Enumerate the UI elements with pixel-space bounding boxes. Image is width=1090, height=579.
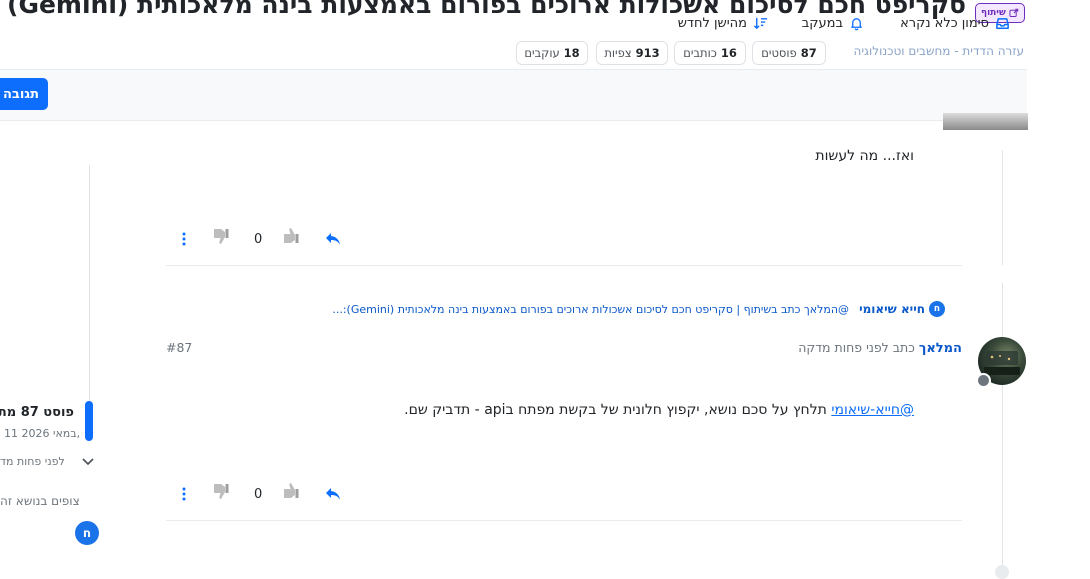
sort-icon (753, 17, 768, 30)
post-body-text: תלחץ על סכם נושא, יקפוץ חלונית של בקשת מ… (404, 402, 832, 418)
navigator-ago: לפני פחות מד (0, 455, 65, 468)
reply-arrow-icon (326, 488, 340, 500)
post-navigator-thumb[interactable] (85, 401, 93, 441)
post-reply-button[interactable] (323, 484, 343, 504)
preview-image (943, 113, 1028, 130)
post-body: @חייא-שיאומי תלחץ על סכם נושא, יקפוץ חלו… (404, 402, 914, 418)
prev-post-body: ואז... מה לעשות (815, 148, 914, 164)
watching-label: במעקב (801, 16, 843, 31)
parent-author-avatar: ח (929, 301, 945, 317)
prev-post-downvote-button[interactable] (211, 226, 231, 246)
mark-unread-label: סימון כלא נקרא (900, 16, 989, 31)
mark-unread-button[interactable]: סימון כלא נקרא (900, 16, 1010, 31)
thumbs-down-icon (213, 484, 229, 499)
parent-post-reference[interactable]: ח חייא שיאומי @המלאך כתב בשיתוף | סקריפט… (332, 301, 945, 317)
prev-post-upvote-button[interactable] (281, 226, 301, 246)
sort-button[interactable]: מהישן לחדש (678, 16, 768, 31)
writers-count-badge: 16 כותבים (674, 41, 746, 65)
views-count-badge: 913 צפיות (596, 41, 668, 65)
navigator-date: 11 במאי 2026, (4, 427, 81, 440)
writers-label: כותבים (683, 46, 717, 60)
topic-toolbar (0, 69, 1027, 121)
followers-count: 18 (563, 46, 580, 60)
post-downvote-button[interactable] (211, 481, 231, 501)
reply-topic-button[interactable]: תגובה (0, 78, 48, 110)
chevron-down-icon (82, 458, 94, 466)
navigator-collapse-button[interactable] (81, 453, 95, 472)
breadcrumb-category[interactable]: עזרה הדדית - מחשבים וטכנולוגיה (854, 44, 1024, 58)
timeline-line-bottom (1002, 283, 1003, 573)
kebab-menu-icon (182, 487, 186, 501)
prev-post-menu-button[interactable] (176, 229, 192, 249)
post-author-name[interactable]: המלאך (919, 341, 962, 356)
sort-label: מהישן לחדש (677, 16, 747, 31)
post-upvote-button[interactable] (281, 481, 301, 501)
prev-post-reply-button[interactable] (323, 229, 343, 249)
posts-count: 87 (800, 46, 817, 60)
thumbs-up-icon (283, 228, 299, 243)
posts-count-badge: 87 פוסטים (752, 41, 826, 65)
prev-post-divider (166, 265, 962, 266)
prev-post-vote-count: 0 (254, 232, 263, 247)
post-author-line: המלאך כתב לפני פחות מדקה (798, 340, 962, 356)
parent-post-excerpt[interactable]: @המלאך כתב בשיתוף | סקריפט חכם לסיכום אש… (332, 303, 849, 316)
followers-label: עוקבים (524, 46, 560, 60)
post-divider (166, 520, 962, 521)
post-vote-count: 0 (254, 487, 263, 502)
viewers-label: צופים בנושא זה (0, 494, 80, 508)
bell-icon (851, 18, 862, 31)
online-status-dot (976, 373, 991, 388)
timeline-line-top (1002, 150, 1003, 265)
views-count: 913 (635, 46, 660, 60)
post-timestamp[interactable]: כתב לפני פחות מדקה (798, 340, 915, 355)
post-number[interactable]: #87 (166, 340, 192, 355)
viewer-avatar[interactable]: ח (75, 521, 99, 545)
watching-button[interactable]: במעקב (802, 16, 864, 31)
thumbs-up-icon (283, 483, 299, 498)
kebab-menu-icon (182, 232, 186, 246)
inbox-icon (996, 18, 1009, 29)
timeline-dot (995, 565, 1009, 579)
writers-count: 16 (720, 46, 737, 60)
mention-link[interactable]: @חייא-שיאומי (831, 402, 914, 418)
share-icon (1009, 8, 1019, 17)
navigator-post-index: פוסט 87 מת (0, 405, 74, 420)
reply-arrow-icon (326, 233, 340, 245)
posts-label: פוסטים (761, 46, 797, 60)
post-navigator-track (89, 165, 90, 405)
parent-author-name[interactable]: חייא שיאומי (859, 302, 925, 316)
thumbs-down-icon (213, 229, 229, 244)
post-menu-button[interactable] (176, 484, 192, 504)
views-label: צפיות (604, 46, 632, 60)
followers-count-badge: 18 עוקבים (516, 41, 588, 65)
